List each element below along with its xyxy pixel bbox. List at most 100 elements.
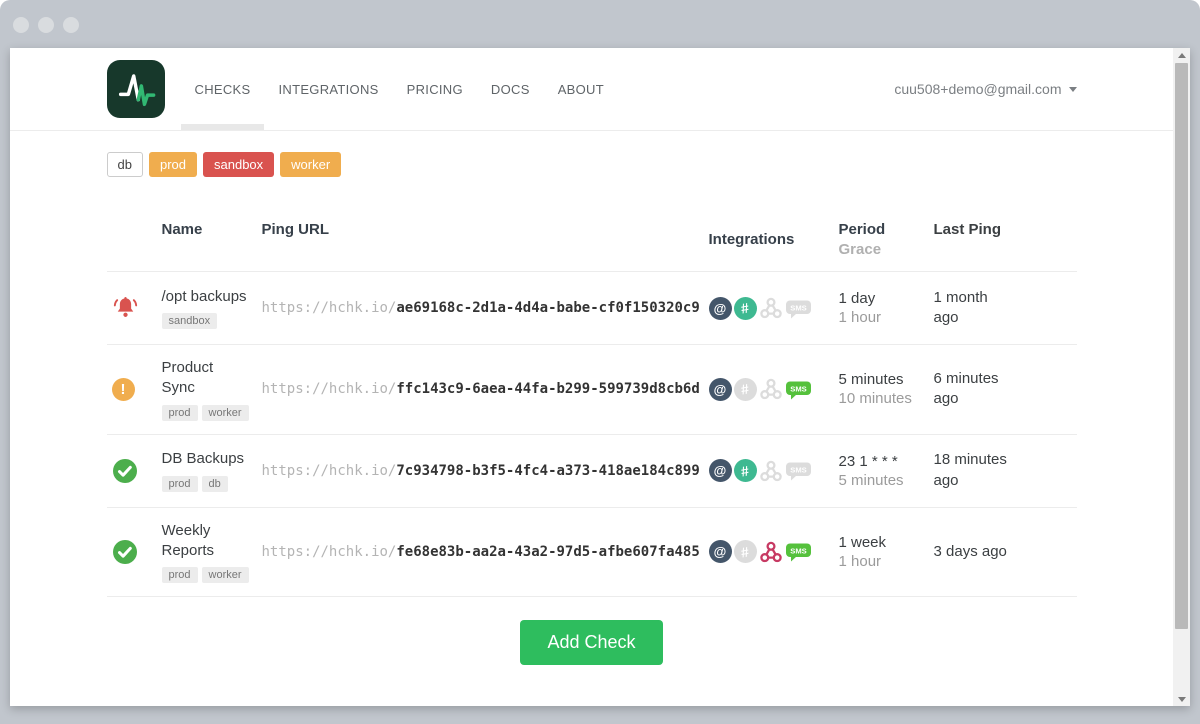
nav-item-integrations[interactable]: INTEGRATIONS	[278, 48, 378, 130]
check-period[interactable]: 5 minutes 10 minutes	[839, 371, 934, 407]
nav-item-pricing[interactable]: PRICING	[407, 48, 463, 130]
add-check-button[interactable]: Add Check	[520, 620, 662, 665]
ping-url: https://hchk.io/ffc143c9-6aea-44fa-b299-…	[262, 381, 709, 397]
check-last-ping: 6 minutes ago	[934, 369, 1077, 410]
ping-url: https://hchk.io/ae69168c-2d1a-4d4a-babe-…	[262, 300, 709, 316]
grace-value: 1 hour	[839, 553, 934, 570]
check-name[interactable]: Weekly Reports	[162, 521, 249, 562]
check-tag[interactable]: db	[202, 476, 228, 492]
slack-integration-icon[interactable]: #	[734, 540, 757, 563]
check-last-ping: 3 days ago	[934, 542, 1077, 562]
window-controls	[13, 17, 79, 33]
tag-filter-worker[interactable]: worker	[280, 152, 341, 177]
ping-url-code: ffc143c9-6aea-44fa-b299-599739d8cb6d	[396, 381, 699, 397]
slack-integration-icon[interactable]: #	[734, 297, 757, 320]
slack-integration-icon[interactable]: #	[734, 459, 757, 482]
alert-bell-icon	[112, 295, 139, 322]
grace-value: 5 minutes	[839, 472, 934, 489]
nav-item-checks[interactable]: CHECKS	[195, 48, 251, 130]
svg-text:SMS: SMS	[790, 465, 806, 474]
period-value: 1 week	[839, 534, 934, 551]
column-header-integrations: Integrations	[709, 221, 839, 258]
sms-integration-icon[interactable]: SMS	[785, 298, 812, 319]
email-integration-icon[interactable]: @	[709, 459, 732, 482]
period-value: 1 day	[839, 290, 934, 307]
period-value: 5 minutes	[839, 371, 934, 388]
webhook-integration-icon[interactable]	[759, 296, 783, 320]
site-header: CHECKS INTEGRATIONS PRICING DOCS ABOUT cuu50…	[10, 48, 1173, 131]
check-row: Weekly Reports prodworker https://hchk.i…	[107, 508, 1077, 598]
svg-text:SMS: SMS	[790, 303, 806, 312]
check-period[interactable]: 1 week 1 hour	[839, 534, 934, 570]
app-logo[interactable]	[107, 60, 165, 118]
check-tags: prodworker	[162, 403, 262, 421]
webhook-integration-icon[interactable]	[759, 459, 783, 483]
column-header-grace: Grace	[839, 241, 934, 258]
check-period[interactable]: 1 day 1 hour	[839, 290, 934, 326]
check-tag[interactable]: worker	[202, 567, 249, 583]
check-row: ! Product Sync prodworker https://hchk.i…	[107, 345, 1077, 435]
column-header-last-ping: Last Ping	[934, 221, 1077, 258]
window-close-dot[interactable]	[13, 17, 29, 33]
warning-icon: !	[112, 378, 135, 401]
tag-filter-db[interactable]: db	[107, 152, 143, 177]
svg-text:SMS: SMS	[790, 384, 806, 393]
check-tag[interactable]: sandbox	[162, 313, 218, 329]
browser-frame: CHECKS INTEGRATIONS PRICING DOCS ABOUT cuu50…	[0, 0, 1200, 724]
nav-item-docs[interactable]: DOCS	[491, 48, 530, 130]
check-last-ping: 1 month ago	[934, 288, 1077, 329]
ping-url-code: 7c934798-b3f5-4fc4-a373-418ae184c899	[396, 463, 699, 479]
check-tags: prodworker	[162, 565, 262, 583]
check-tag[interactable]: prod	[162, 476, 198, 492]
scroll-up-icon	[1178, 53, 1186, 58]
ping-url-code: ae69168c-2d1a-4d4a-babe-cf0f150320c9	[396, 300, 699, 316]
window-maximize-dot[interactable]	[63, 17, 79, 33]
ping-url-code: fe68e83b-aa2a-43a2-97d5-afbe607fa485	[396, 544, 699, 560]
check-period[interactable]: 23 1 * * * 5 minutes	[839, 453, 934, 489]
check-status	[107, 458, 162, 484]
tag-filters: dbprodsandboxworker	[107, 152, 1077, 177]
check-name[interactable]: Product Sync	[162, 358, 249, 399]
sms-integration-icon[interactable]: SMS	[785, 460, 812, 481]
column-header-name: Name	[162, 221, 262, 258]
table-header-row: Name Ping URL Integrations Period Grace …	[107, 221, 1077, 272]
ping-url-prefix: https://hchk.io/	[262, 381, 397, 397]
column-header-period: Period Grace	[839, 221, 934, 258]
check-status	[107, 539, 162, 565]
scrollbar[interactable]	[1173, 48, 1190, 706]
webhook-integration-icon[interactable]	[759, 377, 783, 401]
nav-item-about[interactable]: ABOUT	[558, 48, 604, 130]
sms-integration-icon[interactable]: SMS	[785, 379, 812, 400]
check-status: !	[107, 378, 162, 401]
scrollbar-up-button[interactable]	[1173, 48, 1190, 62]
email-integration-icon[interactable]: @	[709, 378, 732, 401]
scrollbar-thumb[interactable]	[1175, 63, 1188, 629]
checks-table: Name Ping URL Integrations Period Grace …	[107, 221, 1077, 597]
webhook-integration-icon[interactable]	[759, 540, 783, 564]
check-tag[interactable]: worker	[202, 405, 249, 421]
column-header-ping-url: Ping URL	[262, 221, 709, 258]
grace-value: 1 hour	[839, 309, 934, 326]
scroll-down-icon	[1178, 697, 1186, 702]
slack-integration-icon[interactable]: #	[734, 378, 757, 401]
check-tag[interactable]: prod	[162, 405, 198, 421]
sms-integration-icon[interactable]: SMS	[785, 541, 812, 562]
table-body: /opt backups sandbox https://hchk.io/ae6…	[107, 272, 1077, 597]
ping-url: https://hchk.io/fe68e83b-aa2a-43a2-97d5-…	[262, 544, 709, 560]
check-name[interactable]: DB Backups	[162, 449, 249, 469]
email-integration-icon[interactable]: @	[709, 297, 732, 320]
check-name[interactable]: /opt backups	[162, 287, 249, 307]
ok-check-icon	[112, 539, 138, 565]
tag-filter-sandbox[interactable]: sandbox	[203, 152, 274, 177]
check-row: /opt backups sandbox https://hchk.io/ae6…	[107, 272, 1077, 345]
window-minimize-dot[interactable]	[38, 17, 54, 33]
account-menu[interactable]: cuu508+demo@gmail.com	[894, 81, 1076, 97]
email-integration-icon[interactable]: @	[709, 540, 732, 563]
check-tag[interactable]: prod	[162, 567, 198, 583]
tag-filter-prod[interactable]: prod	[149, 152, 197, 177]
grace-value: 10 minutes	[839, 390, 934, 407]
check-row: DB Backups proddb https://hchk.io/7c9347…	[107, 435, 1077, 508]
check-integrations: @# SMS	[709, 296, 839, 320]
page-viewport: CHECKS INTEGRATIONS PRICING DOCS ABOUT cuu50…	[10, 48, 1173, 706]
scrollbar-down-button[interactable]	[1173, 692, 1190, 706]
